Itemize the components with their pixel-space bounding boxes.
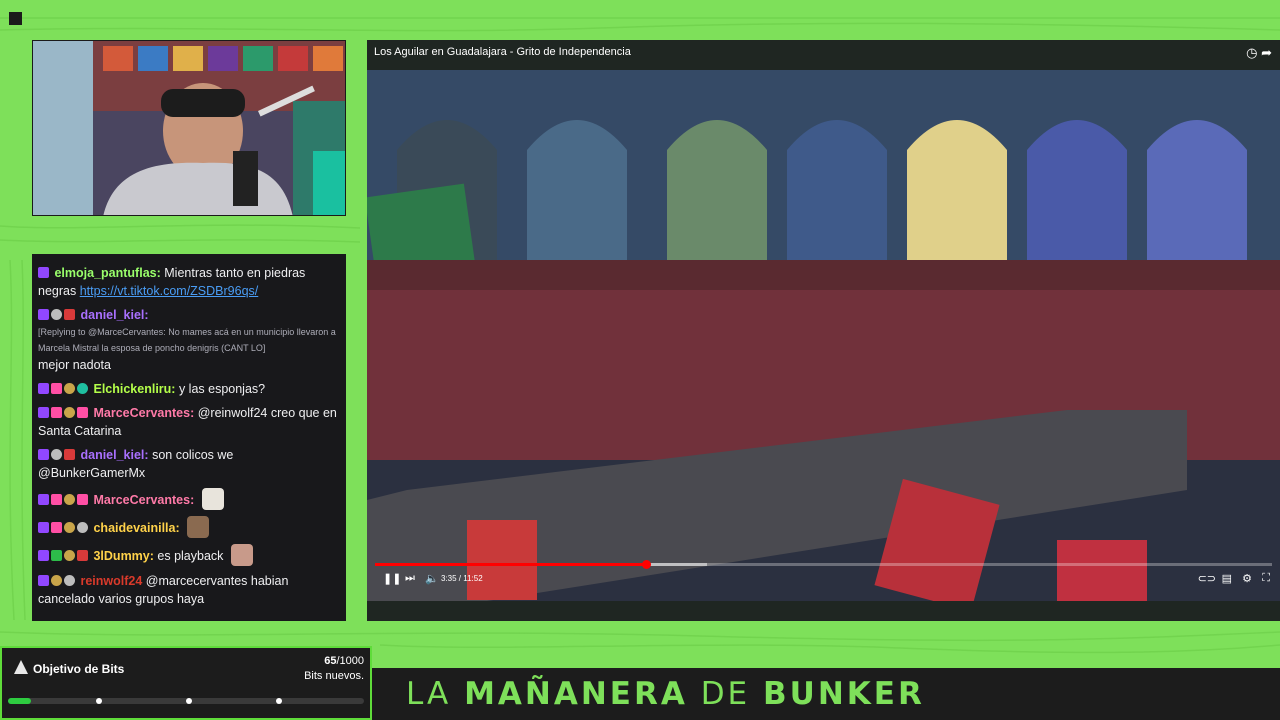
webcam-scene [33,41,345,215]
share-icon[interactable]: ➦ [1261,45,1272,60]
badge-icon [64,407,75,418]
bits-subtitle: Bits nuevos. [304,670,364,682]
badge-icon [64,494,75,505]
cat-emote-icon [201,488,224,510]
video-time: 3:35 / 11:52 [441,574,483,583]
chat-username[interactable]: elmoja_pantuflas: [54,266,160,280]
autoplay-toggle-icon[interactable]: ⊂⊃ [1198,572,1216,585]
show-title: LA MAÑANERA DE BUNKER [406,676,925,712]
bits-progress-fill [8,698,32,704]
emote-icon [230,544,253,566]
chat-text: mejor nadota [38,358,111,372]
chat-message: Elchickenliru: y las esponjas? [38,380,340,398]
badge-icon [51,494,62,505]
video-title[interactable]: Los Aguilar en Guadalajara - Grito de In… [374,46,631,58]
video-controls: ❚❚ ⏭ 🔈 3:35 / 11:52 ⊂⊃ ▤ ⚙ ⛶ [367,560,1280,591]
volume-icon[interactable]: 🔈 [425,572,439,585]
chat-message: 3lDummy: es playback [38,544,340,566]
chat-username[interactable]: MarceCervantes: [93,493,194,507]
chat-text: es playback [157,549,224,563]
badge-icon [38,309,49,320]
settings-gear-icon[interactable]: ⚙ [1242,572,1252,585]
subtitles-icon[interactable]: ▤ [1222,572,1232,585]
pause-icon[interactable]: ❚❚ [383,572,401,585]
badge-icon [77,522,88,533]
chat-username[interactable]: chaidevainilla: [93,521,179,535]
chat-username[interactable]: reinwolf24 [80,574,142,588]
next-icon[interactable]: ⏭ [405,572,415,585]
badge-icon [38,494,49,505]
webcam-feed [32,40,346,216]
badge-icon [38,383,49,394]
badge-icon [77,407,88,418]
badge-icon [51,449,62,460]
banner-word: DE [700,676,751,712]
badge-icon [77,383,88,394]
badge-icon [51,550,62,561]
video-scene [367,70,1280,601]
badge-icon [38,449,49,460]
bits-milestone-dot [276,698,282,704]
badge-icon [64,449,75,460]
chat-link[interactable]: https://vt.tiktok.com/ZSDBr96qs/ [80,284,259,298]
video-frame[interactable] [367,70,1280,601]
banner-word: LA [406,676,452,712]
clock-icon[interactable]: ◷ [1246,45,1257,60]
fullscreen-icon[interactable]: ⛶ [1262,572,1270,585]
badge-icon [38,267,49,278]
badge-icon [38,407,49,418]
banner-word: BUNKER [763,676,925,712]
bits-icon [14,660,28,674]
badge-icon [51,383,62,394]
bits-progress-bar [8,698,364,704]
chat-message: elmoja_pantuflas: Mientras tanto en pied… [38,264,340,300]
chat-username[interactable]: daniel_kiel: [80,448,148,462]
badge-icon [51,309,62,320]
bits-goal-total: /1000 [336,655,364,667]
bits-goal-title: Objetivo de Bits [33,662,125,676]
emote-icon [187,516,210,538]
banner-word: MAÑANERA [464,676,688,712]
bits-milestone-dot [186,698,192,704]
chat-reply: [Replying to @MarceCervantes: No mames a… [38,327,336,353]
bits-count: 65/1000 [324,655,364,667]
badge-icon [64,309,75,320]
badge-icon [64,550,75,561]
chat-message: daniel_kiel: [Replying to @MarceCervante… [38,306,340,374]
chat-message: MarceCervantes: @reinwolf24 creo que en … [38,404,340,440]
video-top-icons: ◷ ➦ [1246,45,1272,61]
bits-goal-widget: Objetivo de Bits 65/1000 Bits nuevos. [0,646,372,720]
chat-username[interactable]: daniel_kiel: [80,308,148,322]
badge-icon [38,550,49,561]
chat-panel: elmoja_pantuflas: Mientras tanto en pied… [32,254,346,621]
badge-icon [64,522,75,533]
badge-icon [51,575,62,586]
video-progress-knob[interactable] [641,560,651,569]
badge-icon [38,575,49,586]
chat-username[interactable]: Elchickenliru: [93,382,175,396]
chat-message: reinwolf24 @marcecervantes habian cancel… [38,572,340,608]
chat-username[interactable]: MarceCervantes: [93,406,194,420]
badge-icon [51,522,62,533]
badge-icon [64,575,75,586]
chat-message: chaidevainilla: [38,516,340,538]
badge-icon [77,550,88,561]
chat-message: daniel_kiel: son colicos we @BunkerGamer… [38,446,340,482]
chat-username[interactable]: 3lDummy: [93,549,153,563]
badge-icon [51,407,62,418]
chat-text: @marcecervantes habian cancelado varios … [38,574,289,606]
chat-text: y las esponjas? [178,382,266,396]
video-progress-fill [375,563,646,566]
corner-square [9,12,22,25]
chat-message: MarceCervantes: [38,488,340,510]
bits-milestone-dot [96,698,102,704]
video-player[interactable]: Los Aguilar en Guadalajara - Grito de In… [367,40,1280,621]
show-title-banner: LA MAÑANERA DE BUNKER [372,668,1280,720]
badge-icon [64,383,75,394]
badge-icon [38,522,49,533]
video-progress-bar[interactable] [375,560,1272,569]
badge-icon [77,494,88,505]
bits-current: 65 [324,655,337,667]
